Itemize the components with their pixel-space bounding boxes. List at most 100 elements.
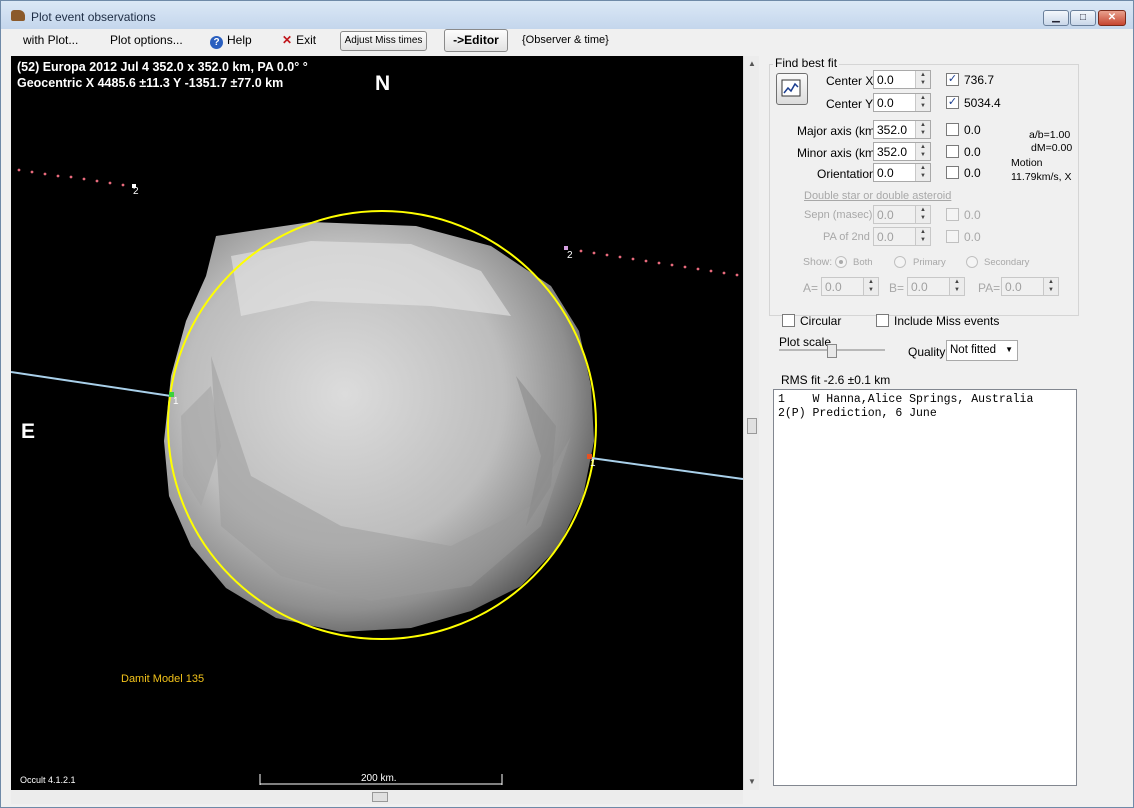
show-secondary-radio[interactable] [966, 256, 978, 268]
scale-label: 200 km. [361, 773, 397, 784]
plot-canvas[interactable]: (52) Europa 2012 Jul 4 352.0 x 352.0 km,… [11, 56, 743, 790]
sepn-checkbox[interactable] [946, 208, 959, 221]
center-x-input[interactable]: 0.0 ▲ ▼ [873, 70, 931, 89]
major-axis-result: 0.0 [964, 123, 981, 137]
observer-list[interactable]: 1 W Hanna,Alice Springs, Australia 2(P) … [773, 389, 1077, 786]
horizontal-scroll-thumb[interactable] [372, 792, 388, 802]
chord-1-left-label: 1 [173, 396, 179, 407]
sepn-label: Sepn (masec) [804, 209, 873, 221]
include-miss-checkbox[interactable] [876, 314, 889, 327]
quality-value: Not fitted [950, 344, 997, 356]
pa-spin-icon[interactable]: ▲ ▼ [1043, 278, 1058, 295]
center-y-checkbox[interactable]: ✓ [946, 96, 959, 109]
center-y-label: Center Y [826, 97, 874, 111]
fit-panel: Find best fit Center X 0.0 ▲ ▼ ✓ 736.7 Cen… [763, 56, 1131, 801]
show-primary-radio[interactable] [894, 256, 906, 268]
chord-2-left-label: 2 [133, 186, 139, 197]
help-icon: ? [210, 36, 223, 49]
minor-axis-checkbox[interactable] [946, 145, 959, 158]
vertical-scroll-thumb[interactable] [747, 418, 757, 434]
plot-scale-label: Plot scale [779, 335, 832, 349]
major-axis-label: Major axis (km) [797, 124, 880, 138]
sepn-input[interactable]: 0.0 ▲ ▼ [873, 205, 931, 224]
ab-ratio: a/b=1.00 [1029, 129, 1071, 141]
observer-time-label: {Observer & time} [522, 34, 609, 46]
minor-axis-label: Minor axis (km) [797, 146, 880, 160]
fit-chart-button[interactable] [776, 73, 808, 105]
center-x-spin-icon[interactable]: ▲ ▼ [915, 71, 930, 88]
list-item[interactable]: 1 W Hanna,Alice Springs, Australia [778, 393, 1033, 406]
scroll-down-icon[interactable]: ▼ [748, 777, 756, 786]
sepn-spin-icon[interactable]: ▲ ▼ [915, 206, 930, 223]
a-label: A= [803, 281, 819, 295]
b-label: B= [889, 281, 905, 295]
circular-checkbox[interactable] [782, 314, 795, 327]
prediction-chord-right [579, 249, 739, 277]
menu-with-plot[interactable]: with Plot... [23, 33, 78, 47]
b-spin-icon[interactable]: ▲ ▼ [949, 278, 964, 295]
list-item[interactable]: 2(P) Prediction, 6 June [778, 407, 937, 420]
scroll-up-icon[interactable]: ▲ [748, 59, 756, 68]
close-button[interactable]: ✕ [1098, 10, 1126, 26]
vertical-scrollbar[interactable]: ▲ ▼ [743, 56, 759, 790]
center-y-result: 5034.4 [964, 96, 1001, 110]
maximize-button[interactable]: □ [1070, 10, 1096, 26]
show-both-radio[interactable] [835, 256, 847, 268]
menu-plot-options[interactable]: Plot options... [110, 33, 183, 47]
app-icon [11, 10, 25, 21]
east-label: E [21, 420, 36, 443]
app-window: Plot event observations ▁ □ ✕ with Plot.… [0, 0, 1134, 808]
pa-2nd-checkbox[interactable] [946, 230, 959, 243]
sepn-result: 0.0 [964, 208, 981, 222]
menu-exit[interactable]: ✕ Exit [282, 33, 316, 47]
minimize-button[interactable]: ▁ [1043, 10, 1069, 26]
double-star-link[interactable]: Double star or double asteroid [804, 190, 951, 202]
title-bar: Plot event observations ▁ □ ✕ [1, 1, 1133, 29]
major-axis-input[interactable]: 352.0 ▲ ▼ [873, 120, 931, 139]
pa-2nd-spin-icon[interactable]: ▲ ▼ [915, 228, 930, 245]
major-axis-checkbox[interactable] [946, 123, 959, 136]
dropdown-arrow-icon: ▼ [1005, 345, 1013, 354]
center-y-input[interactable]: 0.0 ▲ ▼ [873, 93, 931, 112]
show-label: Show: [803, 256, 833, 268]
circular-label: Circular [800, 314, 842, 328]
menu-help-label: Help [227, 33, 252, 47]
a-spin-icon[interactable]: ▲ ▼ [863, 278, 878, 295]
show-primary-label: Primary [913, 257, 946, 268]
orientation-checkbox[interactable] [946, 166, 959, 179]
pa-2nd-input[interactable]: 0.0 ▲ ▼ [873, 227, 931, 246]
pa-2nd-label: PA of 2nd [823, 231, 870, 243]
editor-button[interactable]: ->Editor [444, 29, 508, 52]
dm-value: dM=0.00 [1031, 142, 1073, 154]
prediction-chord-left [17, 168, 125, 187]
show-secondary-label: Secondary [984, 257, 1030, 268]
orientation-input[interactable]: 0.0 ▲ ▼ [873, 163, 931, 182]
a-input[interactable]: 0.0 ▲ ▼ [821, 277, 879, 296]
center-y-spin-icon[interactable]: ▲ ▼ [915, 94, 930, 111]
fit-chart-icon [781, 79, 801, 97]
pa-input[interactable]: 0.0 ▲ ▼ [1001, 277, 1059, 296]
center-x-checkbox[interactable]: ✓ [946, 73, 959, 86]
rms-fit-label: RMS fit -2.6 ±0.1 km [781, 373, 891, 387]
adjust-miss-times-button[interactable]: Adjust Miss times [340, 31, 427, 51]
plot-header-line2: Geocentric X 4485.6 ±11.3 Y -1351.7 ±77.… [17, 76, 284, 90]
pa-2nd-result: 0.0 [964, 230, 981, 244]
chord-1-left [11, 371, 172, 397]
menu-help[interactable]: ? Help [210, 33, 252, 49]
plot-scale-slider[interactable] [827, 344, 837, 358]
window-title: Plot event observations [31, 10, 156, 24]
chord-1-right [590, 457, 743, 480]
plot-header-line1: (52) Europa 2012 Jul 4 352.0 x 352.0 km,… [17, 60, 308, 74]
north-label: N [375, 72, 391, 95]
exit-icon: ✕ [282, 33, 293, 47]
orientation-spin-icon[interactable]: ▲ ▼ [915, 164, 930, 181]
motion-value: 11.79km/s, X [1011, 171, 1072, 183]
major-axis-spin-icon[interactable]: ▲ ▼ [915, 121, 930, 138]
model-label: Damit Model 135 [121, 673, 205, 685]
center-x-result: 736.7 [964, 73, 995, 87]
quality-select[interactable]: Not fitted ▼ [946, 340, 1018, 361]
minor-axis-spin-icon[interactable]: ▲ ▼ [915, 143, 930, 160]
minor-axis-input[interactable]: 352.0 ▲ ▼ [873, 142, 931, 161]
b-input[interactable]: 0.0 ▲ ▼ [907, 277, 965, 296]
horizontal-scrollbar[interactable] [11, 790, 743, 804]
